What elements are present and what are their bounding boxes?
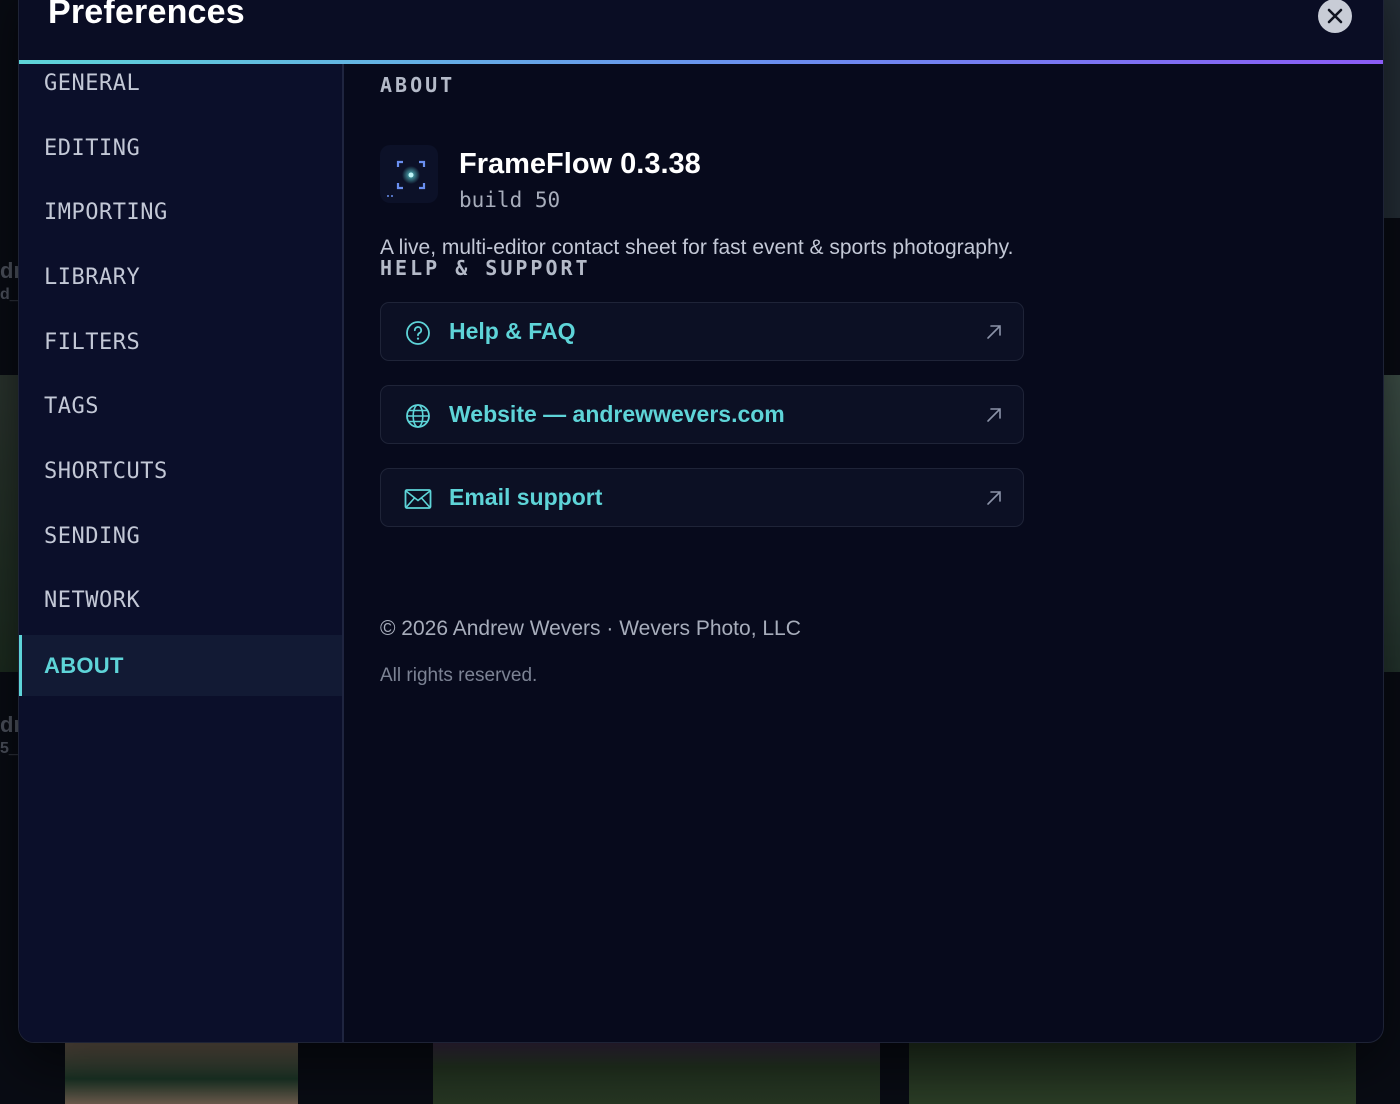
section-heading-help: HELP & SUPPORT	[380, 256, 591, 280]
help-faq-link[interactable]: Help & FAQ	[380, 302, 1024, 361]
sidebar-item-filters[interactable]: FILTERS	[19, 312, 342, 373]
frameflow-logo-icon	[387, 160, 426, 197]
section-heading-about: ABOUT	[380, 73, 456, 97]
app-logo	[380, 145, 438, 203]
question-circle-icon	[406, 321, 430, 345]
sidebar-item-tags[interactable]: TAGS	[19, 376, 342, 437]
sidebar-item-label: ABOUT	[44, 652, 124, 678]
sidebar-item-shortcuts[interactable]: SHORTCUTS	[19, 441, 342, 502]
app-name: FrameFlow 0.3.38	[459, 148, 701, 180]
copyright-text: © 2026 Andrew Wevers · Wevers Photo, LLC	[380, 617, 801, 640]
link-label: Email support	[449, 484, 603, 510]
link-label: Website — andrewwevers.com	[449, 401, 785, 427]
globe-icon	[406, 404, 430, 428]
website-link[interactable]: Website — andrewwevers.com	[380, 385, 1024, 444]
sidebar-item-label: EDITING	[44, 136, 141, 161]
preferences-dialog: Preferences GENERAL EDITING IMPORTING LI…	[18, 0, 1384, 1043]
sidebar-item-about[interactable]: ABOUT	[19, 635, 342, 696]
preferences-sidebar: GENERAL EDITING IMPORTING LIBRARY FILTER…	[19, 64, 344, 1042]
about-panel: ABOUT FrameFlow 0.3.38 build 50 A live, …	[344, 64, 1383, 1042]
sidebar-item-label: TAGS	[44, 394, 99, 419]
sidebar-item-label: GENERAL	[44, 71, 141, 96]
close-button[interactable]	[1318, 0, 1352, 33]
mail-icon	[404, 489, 432, 509]
dialog-header: Preferences	[19, 0, 1383, 61]
external-link-arrow-icon	[987, 325, 1001, 339]
sidebar-item-library[interactable]: LIBRARY	[19, 247, 342, 308]
sidebar-item-general[interactable]: GENERAL	[19, 53, 342, 114]
sidebar-item-label: SENDING	[44, 524, 141, 549]
sidebar-item-label: LIBRARY	[44, 265, 141, 290]
dialog-title: Preferences	[48, 0, 245, 31]
sidebar-item-label: IMPORTING	[44, 200, 168, 225]
sidebar-item-label: NETWORK	[44, 588, 141, 613]
external-link-arrow-icon	[987, 408, 1001, 422]
sidebar-item-importing[interactable]: IMPORTING	[19, 182, 342, 243]
sidebar-item-network[interactable]: NETWORK	[19, 570, 342, 631]
rights-text: All rights reserved.	[380, 665, 538, 686]
sidebar-item-editing[interactable]: EDITING	[19, 118, 342, 179]
sidebar-item-label: SHORTCUTS	[44, 459, 168, 484]
app-build-number: build 50	[459, 188, 561, 212]
external-link-arrow-icon	[987, 491, 1001, 505]
sidebar-item-label: FILTERS	[44, 330, 141, 355]
sidebar-item-sending[interactable]: SENDING	[19, 506, 342, 567]
close-icon	[1327, 8, 1343, 24]
email-support-link[interactable]: Email support	[380, 468, 1024, 527]
link-label: Help & FAQ	[449, 318, 576, 344]
